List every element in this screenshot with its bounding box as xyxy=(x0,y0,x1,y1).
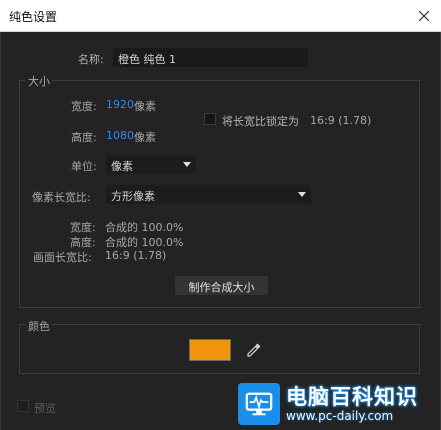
units-dropdown[interactable]: 像素 xyxy=(106,155,196,174)
name-row: 名称: 橙色 纯色 1 xyxy=(0,48,441,68)
eyedropper-icon xyxy=(247,343,261,357)
frame-aspect-label: 画面长宽比: xyxy=(33,251,92,264)
window-border xyxy=(0,32,1,430)
lock-aspect-label: 将长宽比锁定为 xyxy=(222,115,299,128)
lock-aspect-ratio: 16:9 (1.78) xyxy=(310,114,372,127)
make-comp-size-button[interactable]: 制作合成大小 xyxy=(175,276,268,295)
color-swatch[interactable] xyxy=(189,339,231,361)
preview-label: 预览 xyxy=(34,402,56,415)
height-unit: 像素 xyxy=(134,131,156,144)
chevron-down-icon xyxy=(183,162,191,167)
width-unit: 像素 xyxy=(134,100,156,113)
name-input[interactable]: 橙色 纯色 1 xyxy=(113,48,308,67)
window-title: 纯色设置 xyxy=(9,10,58,24)
comp-height-value: 合成的 100.0% xyxy=(105,236,184,249)
lock-aspect-checkbox[interactable] xyxy=(204,113,216,125)
units-label: 单位: xyxy=(71,160,97,173)
watermark-url: www.pc-daily.com xyxy=(286,409,394,423)
pixel-aspect-label: 像素长宽比: xyxy=(32,191,91,204)
watermark-text: 电脑百科知识 www.pc-daily.com xyxy=(286,385,418,423)
size-group-legend: 大小 xyxy=(26,73,52,89)
height-label: 高度: xyxy=(71,131,97,144)
eyedropper-button[interactable] xyxy=(244,340,264,360)
comp-height-label: 高度: xyxy=(70,236,96,249)
comp-width-value: 合成的 100.0% xyxy=(105,221,184,234)
frame-aspect-value: 16:9 (1.78) xyxy=(105,249,167,262)
comp-width-label: 宽度: xyxy=(70,221,96,234)
width-label: 宽度: xyxy=(71,100,97,113)
width-value[interactable]: 1920 xyxy=(106,98,134,111)
pixel-aspect-dropdown-value: 方形像素 xyxy=(111,190,155,203)
chevron-down-icon xyxy=(298,192,306,197)
height-value[interactable]: 1080 xyxy=(106,129,134,142)
color-group-legend: 颜色 xyxy=(26,318,52,334)
pixel-aspect-dropdown[interactable]: 方形像素 xyxy=(106,185,311,204)
title-bar: 纯色设置 xyxy=(0,0,441,32)
close-icon xyxy=(419,10,429,21)
watermark-title: 电脑百科知识 xyxy=(286,385,418,409)
watermark: 电脑百科知识 www.pc-daily.com xyxy=(238,378,441,430)
name-label: 名称: xyxy=(78,53,104,66)
close-button[interactable] xyxy=(407,0,441,31)
preview-checkbox[interactable] xyxy=(17,400,29,412)
monitor-icon xyxy=(238,383,280,425)
units-dropdown-value: 像素 xyxy=(111,160,133,173)
